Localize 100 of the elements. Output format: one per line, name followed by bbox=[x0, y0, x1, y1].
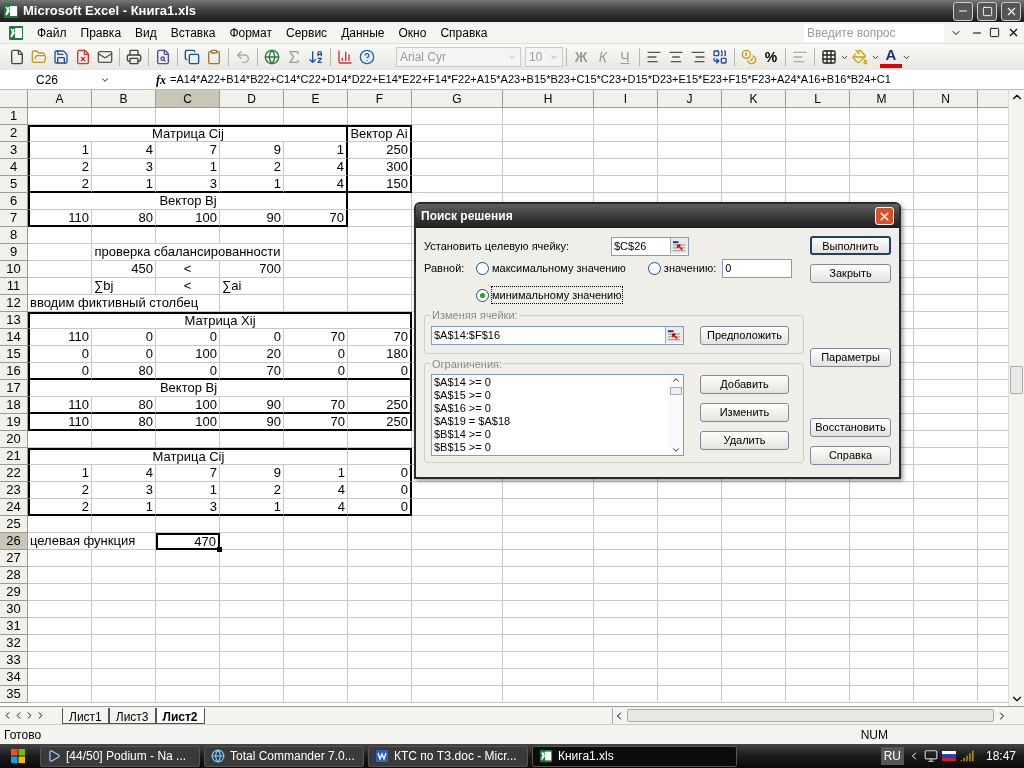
row-header[interactable]: 25 bbox=[0, 516, 28, 533]
row-header[interactable]: 7 bbox=[0, 210, 28, 227]
column-header[interactable]: D bbox=[220, 90, 284, 108]
column-header[interactable]: K bbox=[722, 90, 786, 108]
dialog-button[interactable]: Закрыть bbox=[810, 264, 891, 283]
radio-label[interactable]: минимальному значению bbox=[492, 286, 622, 304]
row-header[interactable]: 16 bbox=[0, 363, 28, 380]
column-header[interactable]: A bbox=[28, 90, 92, 108]
row-header[interactable]: 11 bbox=[0, 278, 28, 295]
list-item[interactable]: $B$14 >= 0 bbox=[434, 428, 668, 441]
row-header[interactable]: 4 bbox=[0, 159, 28, 176]
row-header[interactable]: 10 bbox=[0, 261, 28, 278]
menu-item[interactable]: Справка bbox=[433, 23, 495, 42]
dialog-button[interactable]: Удалить bbox=[700, 431, 789, 450]
row-header[interactable]: 31 bbox=[0, 618, 28, 635]
percent-button[interactable]: % bbox=[760, 46, 782, 68]
row-header[interactable]: 6 bbox=[0, 193, 28, 210]
value-field[interactable]: 0 bbox=[722, 258, 793, 278]
row-header[interactable]: 21 bbox=[0, 448, 28, 465]
flag-icon[interactable] bbox=[941, 751, 956, 761]
radio-button[interactable] bbox=[476, 288, 489, 302]
radio-button[interactable] bbox=[476, 261, 489, 275]
scroll-up-icon[interactable] bbox=[670, 375, 681, 385]
row-header[interactable]: 3 bbox=[0, 142, 28, 159]
sheet-tab[interactable]: Лист2 bbox=[155, 707, 205, 724]
list-item[interactable]: $A$16 >= 0 bbox=[434, 402, 668, 415]
formula-text[interactable]: =A14*A22+B14*B22+C14*C22+D14*D22+E14*E22+F14*F22+A15*A23+B15*B23+C15*C23+D15*D23+E15*E23+F15*F23+A24*A16+B16*B24+C1 bbox=[170, 71, 891, 88]
dialog-button[interactable]: Предположить bbox=[700, 325, 789, 345]
list-item[interactable]: $A$14 >= 0 bbox=[434, 376, 668, 389]
dialog-button[interactable]: Восстановить bbox=[810, 418, 891, 437]
row-header[interactable]: 24 bbox=[0, 499, 28, 516]
radio-button[interactable] bbox=[647, 261, 661, 275]
restore-button[interactable] bbox=[977, 1, 997, 21]
dialog-button[interactable]: Выполнить bbox=[810, 236, 891, 255]
function-label[interactable]: fx bbox=[156, 70, 166, 89]
vertical-scrollbar[interactable] bbox=[1008, 90, 1024, 706]
list-item[interactable]: $B$15 >= 0 bbox=[434, 441, 668, 454]
name-box[interactable]: C26 bbox=[0, 70, 118, 89]
list-scrollbar[interactable] bbox=[668, 375, 683, 455]
menu-item[interactable]: Сервис bbox=[279, 23, 335, 42]
taskbar-button[interactable]: [44/50] Podium - Na ... bbox=[40, 745, 200, 767]
menu-item[interactable]: Данные bbox=[334, 23, 392, 42]
row-header[interactable]: 13 bbox=[0, 312, 28, 329]
row-header[interactable]: 18 bbox=[0, 397, 28, 414]
column-header[interactable]: M bbox=[850, 90, 914, 108]
list-item[interactable]: $A$15 >= 0 bbox=[434, 389, 668, 402]
row-header[interactable]: 32 bbox=[0, 635, 28, 652]
collapse-dialog-icon[interactable] bbox=[670, 238, 688, 254]
row-header[interactable]: 28 bbox=[0, 567, 28, 584]
row-header[interactable]: 27 bbox=[0, 550, 28, 567]
column-header[interactable]: G bbox=[412, 90, 503, 108]
column-header[interactable]: E bbox=[284, 90, 348, 108]
row-header[interactable]: 9 bbox=[0, 244, 28, 261]
column-header[interactable]: N bbox=[914, 90, 978, 108]
dialog-button[interactable]: Параметры bbox=[810, 348, 891, 367]
column-header[interactable]: I bbox=[594, 90, 658, 108]
list-item[interactable]: $A$19 = $A$18 bbox=[434, 415, 668, 428]
dialog-button[interactable]: Изменить bbox=[700, 403, 789, 422]
column-header[interactable]: B bbox=[92, 90, 156, 108]
row-header[interactable]: 35 bbox=[0, 686, 28, 703]
taskbar-button[interactable]: Total Commander 7.0... bbox=[204, 745, 364, 767]
row-header[interactable]: 5 bbox=[0, 176, 28, 193]
sheet-tab[interactable]: Лист3 bbox=[108, 707, 156, 724]
changing-cells-field[interactable]: $A$14:$F$16 bbox=[431, 325, 684, 345]
row-header[interactable]: 34 bbox=[0, 669, 28, 686]
minimize-button[interactable] bbox=[953, 1, 973, 21]
menu-item[interactable]: Вставка bbox=[163, 23, 223, 42]
row-header[interactable]: 23 bbox=[0, 482, 28, 499]
dialog-button[interactable]: Справка bbox=[810, 446, 891, 465]
collapse-dialog-icon[interactable] bbox=[665, 327, 683, 343]
row-header[interactable]: 1 bbox=[0, 108, 28, 125]
row-header[interactable]: 2 bbox=[0, 125, 28, 142]
signal-icon[interactable] bbox=[959, 749, 974, 763]
scroll-thumb[interactable] bbox=[1010, 366, 1023, 394]
column-header[interactable]: C bbox=[156, 90, 220, 108]
row-header[interactable]: 12 bbox=[0, 295, 28, 312]
scroll-thumb[interactable] bbox=[669, 387, 682, 395]
row-header[interactable]: 15 bbox=[0, 346, 28, 363]
menu-item[interactable]: Окно bbox=[391, 23, 434, 42]
dialog-button[interactable]: Добавить bbox=[700, 375, 789, 394]
fill-handle-icon[interactable] bbox=[217, 547, 222, 552]
column-header[interactable]: J bbox=[658, 90, 722, 108]
row-header[interactable]: 33 bbox=[0, 652, 28, 669]
scroll-thumb[interactable] bbox=[627, 709, 994, 722]
close-button[interactable] bbox=[1001, 1, 1021, 21]
radio-label[interactable]: максимальному значению bbox=[492, 259, 626, 277]
row-header[interactable]: 17 bbox=[0, 380, 28, 397]
row-header[interactable]: 22 bbox=[0, 465, 28, 482]
taskbar-button[interactable]: Книга1.xls bbox=[532, 745, 737, 767]
menu-item[interactable]: Файл bbox=[30, 23, 74, 42]
close-icon[interactable] bbox=[1007, 26, 1020, 39]
row-header[interactable]: 29 bbox=[0, 584, 28, 601]
row-header[interactable]: 30 bbox=[0, 601, 28, 618]
restore-icon[interactable] bbox=[989, 27, 1000, 38]
menu-item[interactable]: Формат bbox=[222, 23, 280, 42]
help-search-field[interactable]: Введите вопрос bbox=[804, 23, 944, 42]
row-header[interactable]: 19 bbox=[0, 414, 28, 431]
column-header[interactable]: H bbox=[503, 90, 594, 108]
row-header[interactable]: 14 bbox=[0, 329, 28, 346]
network-icon[interactable] bbox=[923, 749, 938, 763]
